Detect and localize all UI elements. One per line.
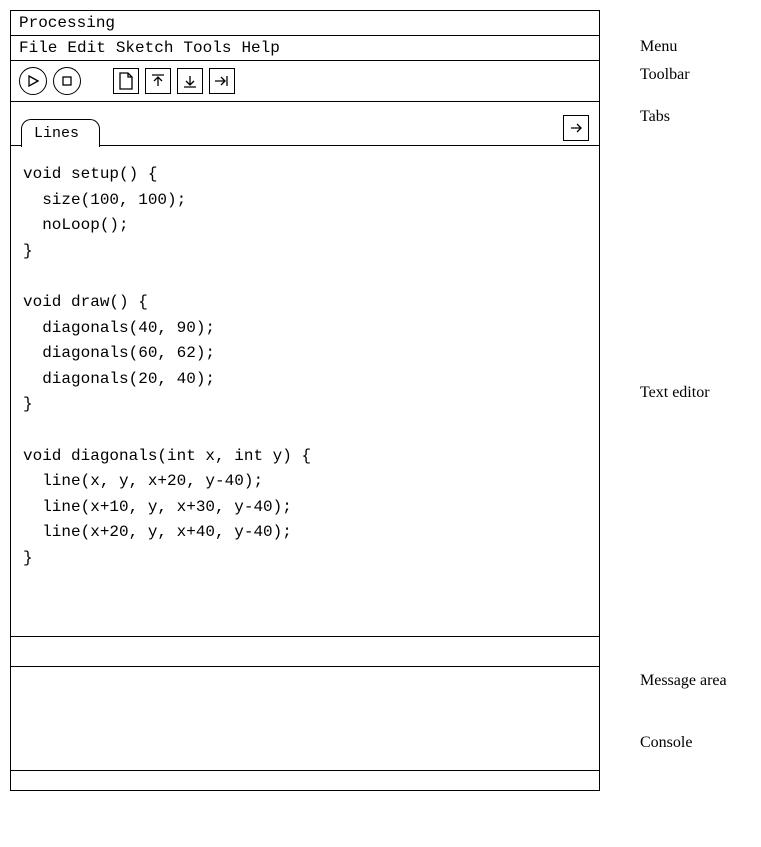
tab-lines[interactable]: Lines: [21, 119, 100, 147]
menu-item-sketch[interactable]: Sketch: [116, 39, 174, 57]
bottom-bar: [11, 770, 599, 790]
title-bar: Processing: [11, 11, 599, 36]
tab-bar: Lines: [11, 102, 599, 146]
run-button[interactable]: [19, 67, 47, 95]
stop-button[interactable]: [53, 67, 81, 95]
ide-window: Processing File Edit Sketch Tools Help: [10, 10, 600, 791]
annotation-editor: Text editor: [640, 154, 727, 414]
open-button[interactable]: [145, 68, 171, 94]
new-button[interactable]: [113, 68, 139, 94]
export-button[interactable]: [209, 68, 235, 94]
arrow-right-icon: [569, 122, 583, 134]
play-icon: [27, 75, 39, 87]
tab-menu-button[interactable]: [563, 115, 589, 141]
console: [11, 666, 599, 770]
menu-item-tools[interactable]: Tools: [183, 39, 231, 57]
menu-item-help[interactable]: Help: [241, 39, 279, 57]
new-file-icon: [118, 72, 134, 90]
arrow-down-icon: [182, 73, 198, 89]
stop-icon: [62, 76, 72, 86]
toolbar: [11, 61, 599, 102]
tab-label: Lines: [34, 125, 79, 142]
annotation-menu: Menu: [640, 38, 727, 66]
annotation-message: Message area: [640, 414, 727, 684]
menu-item-edit[interactable]: Edit: [67, 39, 105, 57]
window-title: Processing: [19, 14, 115, 32]
export-icon: [213, 74, 231, 88]
message-area: [11, 636, 599, 666]
menu-item-file[interactable]: File: [19, 39, 57, 57]
annotation-console: Console: [640, 684, 727, 754]
menu-bar: File Edit Sketch Tools Help: [11, 36, 599, 61]
annotations: Menu Toolbar Tabs Text editor Message ar…: [640, 10, 727, 754]
annotation-toolbar: Toolbar: [640, 66, 727, 108]
save-button[interactable]: [177, 68, 203, 94]
annotation-tabs: Tabs: [640, 108, 727, 154]
arrow-up-icon: [150, 73, 166, 89]
text-editor[interactable]: void setup() { size(100, 100); noLoop();…: [11, 146, 599, 636]
